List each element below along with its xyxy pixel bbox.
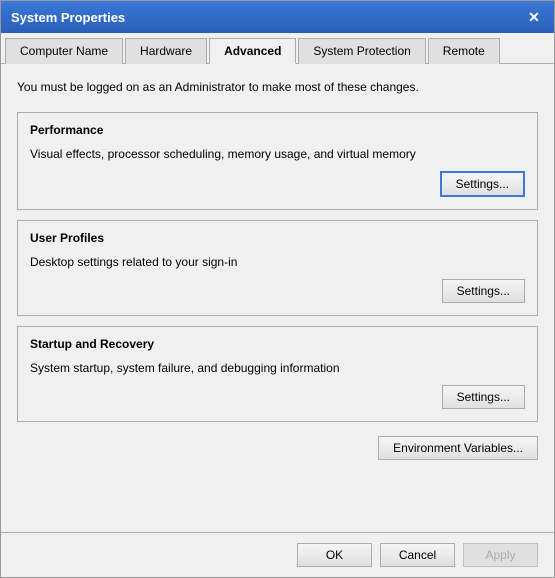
user-profiles-title: User Profiles [30, 231, 525, 245]
env-btn-row: Environment Variables... [17, 432, 538, 464]
user-profiles-section: User Profiles Desktop settings related t… [17, 220, 538, 316]
startup-recovery-desc: System startup, system failure, and debu… [30, 361, 525, 375]
tab-remote[interactable]: Remote [428, 38, 500, 64]
bottom-bar: OK Cancel Apply [1, 532, 554, 577]
performance-desc: Visual effects, processor scheduling, me… [30, 147, 525, 161]
performance-btn-row: Settings... [30, 171, 525, 197]
content-area: You must be logged on as an Administrato… [1, 64, 554, 532]
title-bar: System Properties ✕ [1, 1, 554, 33]
tab-system-protection[interactable]: System Protection [298, 38, 425, 64]
performance-settings-button[interactable]: Settings... [440, 171, 525, 197]
user-profiles-btn-row: Settings... [30, 279, 525, 303]
tab-advanced[interactable]: Advanced [209, 38, 296, 64]
ok-button[interactable]: OK [297, 543, 372, 567]
performance-title: Performance [30, 123, 525, 137]
tab-computer-name[interactable]: Computer Name [5, 38, 123, 64]
window-title: System Properties [11, 10, 125, 25]
tab-bar: Computer Name Hardware Advanced System P… [1, 33, 554, 64]
close-button[interactable]: ✕ [524, 7, 544, 27]
user-profiles-desc: Desktop settings related to your sign-in [30, 255, 525, 269]
startup-recovery-title: Startup and Recovery [30, 337, 525, 351]
admin-notice: You must be logged on as an Administrato… [17, 76, 538, 102]
apply-button[interactable]: Apply [463, 543, 538, 567]
cancel-button[interactable]: Cancel [380, 543, 455, 567]
environment-variables-button[interactable]: Environment Variables... [378, 436, 538, 460]
system-properties-window: System Properties ✕ Computer Name Hardwa… [0, 0, 555, 578]
startup-recovery-btn-row: Settings... [30, 385, 525, 409]
user-profiles-settings-button[interactable]: Settings... [442, 279, 525, 303]
performance-section: Performance Visual effects, processor sc… [17, 112, 538, 210]
startup-recovery-section: Startup and Recovery System startup, sys… [17, 326, 538, 422]
startup-recovery-settings-button[interactable]: Settings... [442, 385, 525, 409]
tab-hardware[interactable]: Hardware [125, 38, 207, 64]
